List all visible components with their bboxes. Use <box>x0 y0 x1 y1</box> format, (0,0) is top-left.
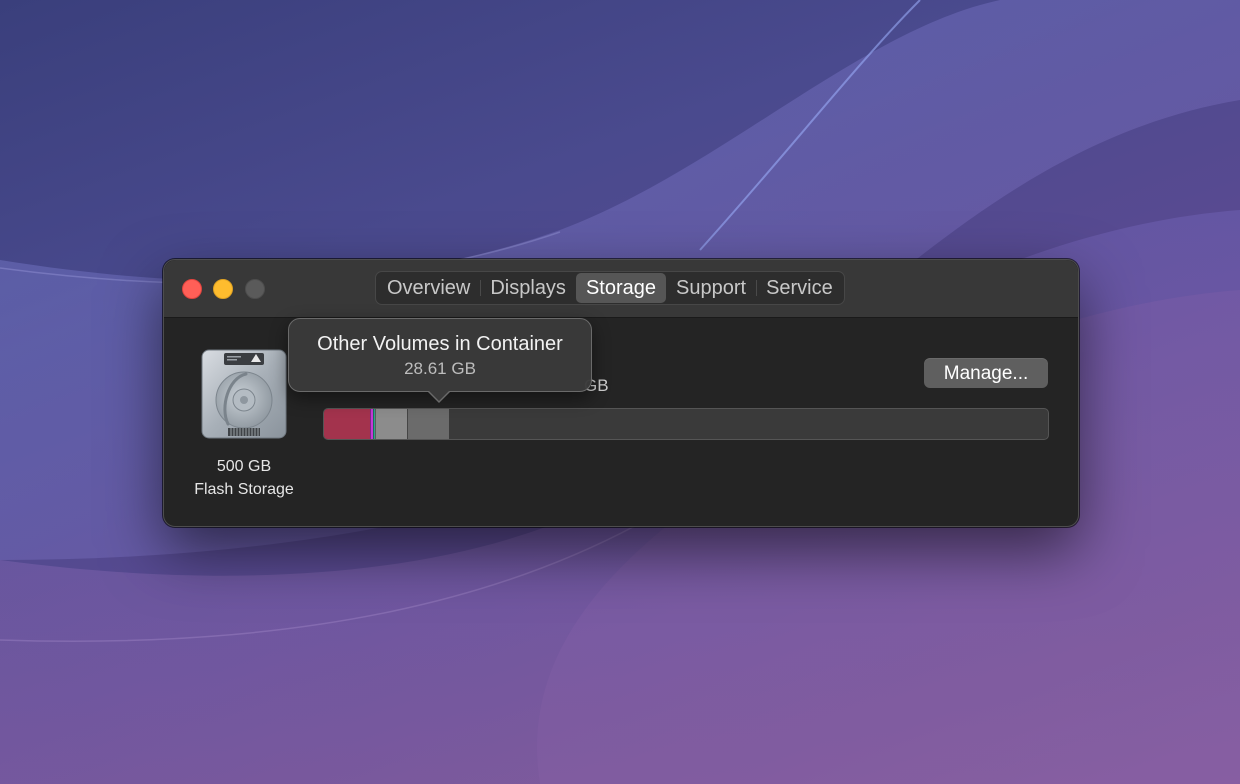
tab-displays[interactable]: Displays <box>480 273 576 303</box>
tooltip-title: Other Volumes in Container <box>317 333 563 355</box>
tab-storage[interactable]: Storage <box>575 273 666 303</box>
storage-segment-other-volumes-in-container[interactable] <box>407 409 449 439</box>
titlebar: Overview Displays Storage Support Servic… <box>164 260 1078 318</box>
tab-service[interactable]: Service <box>756 273 843 303</box>
hard-drive-icon <box>201 349 287 439</box>
tooltip-value: 28.61 GB <box>404 359 476 378</box>
manage-button[interactable]: Manage... <box>924 358 1048 388</box>
close-button[interactable] <box>182 279 202 299</box>
about-this-mac-window: Overview Displays Storage Support Servic… <box>163 259 1079 527</box>
tooltip-arrow <box>427 390 451 403</box>
tab-support[interactable]: Support <box>666 273 756 303</box>
disk-capacity: 500 GB <box>216 458 272 475</box>
zoom-button[interactable] <box>245 279 265 299</box>
storage-segment-light-gray-usage[interactable] <box>374 409 408 439</box>
storage-segment-primary-usage[interactable] <box>324 409 370 439</box>
desktop: Overview Displays Storage Support Servic… <box>0 0 1240 784</box>
storage-panel: 500 GB Flash Storage GB Manage... Other … <box>164 318 1078 526</box>
tab-overview[interactable]: Overview <box>377 273 480 303</box>
storage-tooltip: Other Volumes in Container 28.61 GB <box>288 318 592 403</box>
storage-usage-bar[interactable] <box>323 408 1049 440</box>
tab-bar: Overview Displays Storage Support Servic… <box>375 271 845 305</box>
disk-type: Flash Storage <box>194 481 294 498</box>
minimize-button[interactable] <box>213 279 233 299</box>
